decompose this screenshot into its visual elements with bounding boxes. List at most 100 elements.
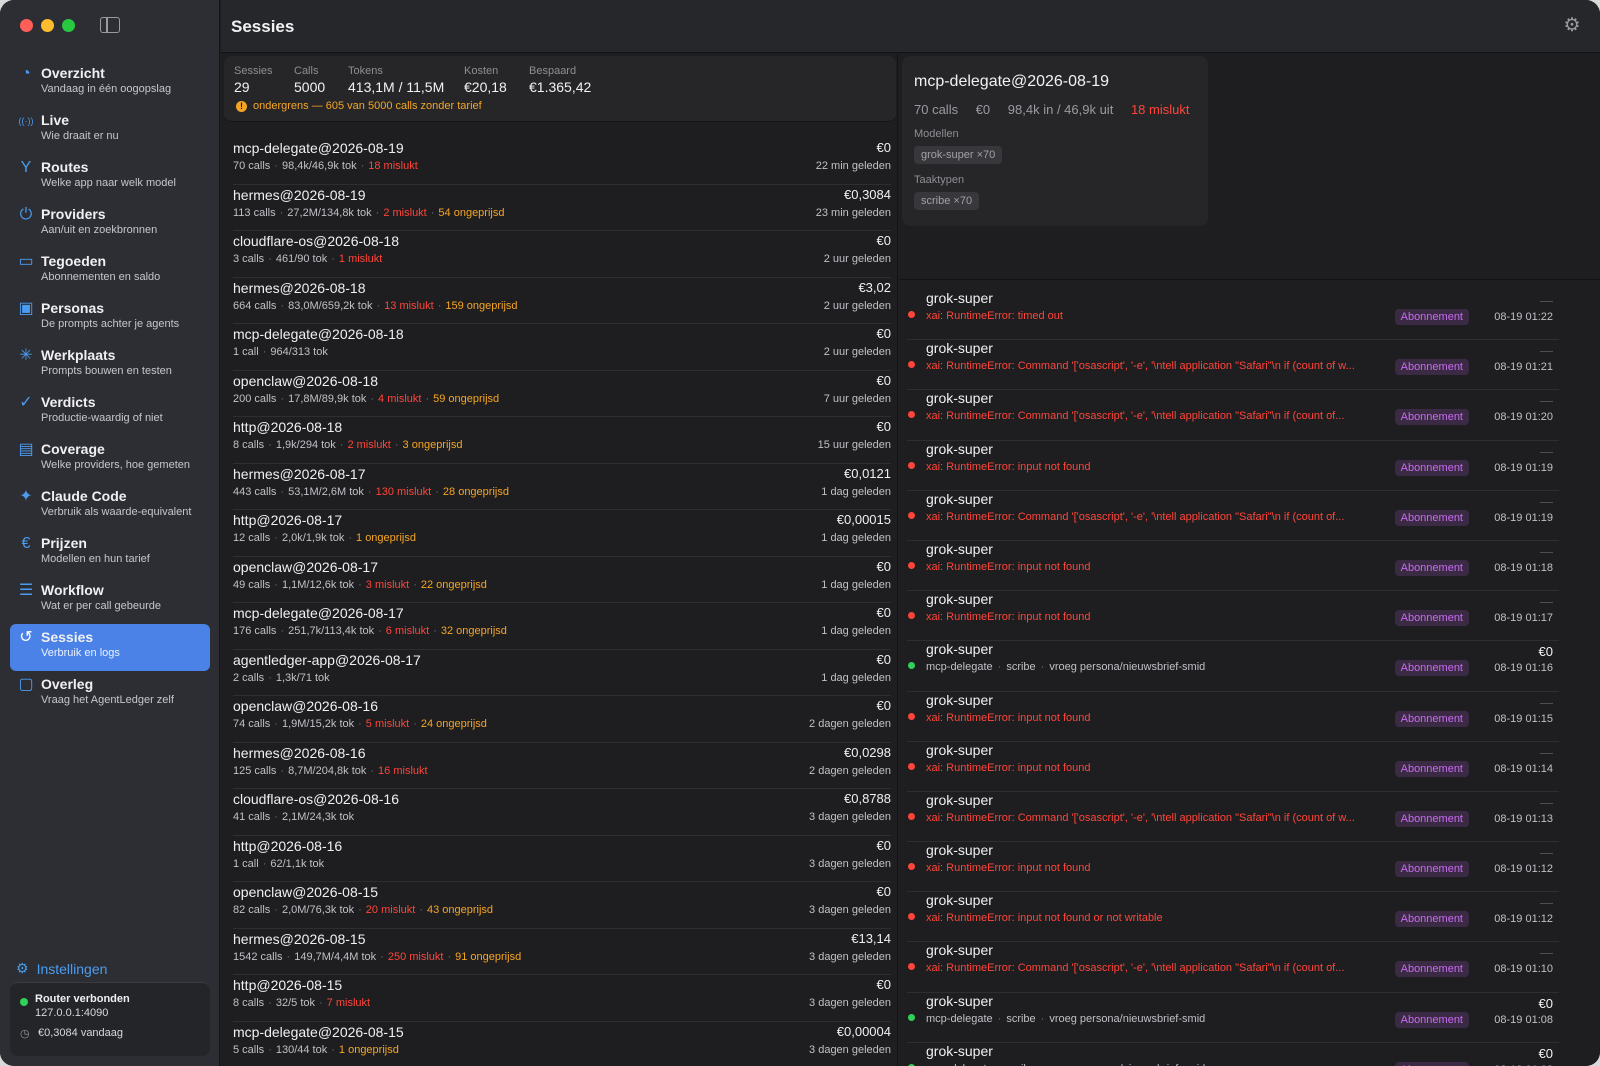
separator: · [433, 625, 437, 637]
session-calls: 12 calls [233, 532, 271, 544]
call-row[interactable]: grok-super xai: RuntimeError: input not f… [907, 692, 1559, 742]
success-dot-icon [908, 1013, 915, 1021]
sidebar-item-sessies[interactable]: ↺ Sessies Verbruik en logs [10, 624, 210, 671]
session-time: 2 dagen geleden [809, 718, 891, 730]
separator: · [280, 392, 285, 405]
separator: · [280, 764, 285, 777]
session-row[interactable]: hermes@2026-08-18 664 calls · 83,0M/659,2k … [233, 278, 891, 324]
sidebar-item-tegoeden[interactable]: ▭ Tegoeden Abonnementen en saldo [10, 248, 210, 295]
session-row[interactable]: mcp-delegate@2026-08-19 70 calls · 98,4k/46… [233, 138, 891, 185]
call-time: 08-19 01:16 [1494, 662, 1553, 675]
call-row[interactable]: grok-super xai: RuntimeError: Command '['… [907, 390, 1559, 441]
session-row[interactable]: hermes@2026-08-19 113 calls · 27,2M/134,8k … [233, 185, 891, 231]
minimize-window-button[interactable] [41, 19, 54, 32]
session-name: http@2026-08-15 [233, 977, 343, 993]
sidebar-item-personas[interactable]: ▣ Personas De prompts achter je agents [10, 295, 210, 342]
call-row[interactable]: grok-supermcp-delegate·scribe·vroeg pers… [907, 641, 1559, 692]
session-cost: €0 [876, 698, 891, 713]
call-row[interactable]: grok-super xai: RuntimeError: Command '['… [907, 340, 1559, 391]
power-icon: ⏻ [19, 206, 33, 223]
session-meta: 8 calls · 32/5 tok · 7 mislukt [233, 997, 370, 1009]
session-cost: €0 [876, 884, 891, 899]
call-time: 08-19 01:14 [1494, 762, 1553, 775]
session-tokens: 964/313 tok [270, 346, 328, 358]
sidebar-item-werkplaats[interactable]: ✳ Werkplaats Prompts bouwen en testen [10, 342, 210, 389]
session-row[interactable]: agentledger-app@2026-08-17 2 calls · 1,3k/7… [233, 650, 891, 696]
call-model: grok-super [926, 992, 993, 1009]
sidebar-item-workflow[interactable]: ☰ Workflow Wat er per call gebeurde [10, 577, 210, 624]
session-row[interactable]: mcp-delegate@2026-08-18 1 call · 964/313 to… [233, 324, 891, 371]
session-row[interactable]: http@2026-08-18 8 calls · 1,9k/294 tok · 2 mi… [233, 417, 891, 464]
session-calls: 5 calls [233, 1043, 265, 1056]
session-row[interactable]: hermes@2026-08-16 125 calls · 8,7M/204,8k t… [233, 743, 891, 789]
call-row[interactable]: grok-super xai: RuntimeError: Command '['… [907, 491, 1559, 541]
session-calls: 70 calls [233, 160, 271, 172]
call-row[interactable]: grok-supermcp-delegate·scribe·vroeg pers… [907, 993, 1559, 1043]
call-cost: — [1540, 594, 1553, 610]
sidebar-item-subtitle: Verbruik als waarde-equivalent [41, 506, 192, 518]
call-row[interactable]: grok-super xai: RuntimeError: Command '['… [907, 792, 1559, 843]
session-row[interactable]: openclaw@2026-08-16 74 calls · 1,9M/15,2k t… [233, 696, 891, 743]
sidebar-toggle-icon[interactable] [100, 17, 120, 33]
call-model: grok-super [926, 691, 993, 708]
session-unpriced: 91 ongeprijsd [455, 950, 522, 963]
session-row[interactable]: openclaw@2026-08-17 49 calls · 1,1M/12,6k t… [233, 557, 891, 603]
sidebar-item-prijzen[interactable]: € Prijzen Modellen en hun tarief [10, 530, 210, 577]
sidebar-item-verdicts[interactable]: ✓ Verdicts Productie-waardig of niet [10, 389, 210, 436]
call-row[interactable]: grok-super xai: RuntimeError: input not f… [907, 742, 1559, 792]
call-row[interactable]: grok-super xai: RuntimeError: timed out — A… [907, 290, 1559, 341]
sidebar-item-providers[interactable]: ⏻ Providers Aan/uit en zoekbronnen [10, 201, 210, 248]
plan-badge: Abonnement [1394, 610, 1469, 627]
session-row[interactable]: mcp-delegate@2026-08-15 5 calls · 130/44 to… [233, 1022, 891, 1066]
session-row[interactable]: cloudflare-os@2026-08-16 41 calls · 2,1M/24… [233, 789, 891, 836]
settings-link[interactable]: ⚙ Instellingen [16, 960, 107, 977]
call-cost: — [1540, 343, 1553, 359]
sidebar-item-label: Live [41, 112, 70, 128]
session-cost: €0 [876, 372, 891, 388]
session-row[interactable]: http@2026-08-16 1 call · 62/1,1k tok €0 3 dag… [233, 836, 891, 882]
separator: · [279, 206, 284, 219]
session-failed: 16 mislukt [378, 764, 428, 777]
session-row[interactable]: cloudflare-os@2026-08-18 3 calls · 461/90 t… [233, 231, 891, 278]
call-error: xai: RuntimeError: input not found [926, 560, 1091, 573]
session-row[interactable]: openclaw@2026-08-18 200 calls · 17,8M/89,9k… [233, 371, 891, 417]
call-row[interactable]: grok-super xai: RuntimeError: input not f… [907, 892, 1559, 943]
call-row[interactable]: grok-super xai: RuntimeError: input not f… [907, 441, 1559, 491]
close-window-button[interactable] [20, 19, 33, 32]
stat-costs: Kosten €20,18 [464, 65, 507, 95]
sidebar-item-coverage[interactable]: ▤ Coverage Welke providers, hoe gemeten [10, 436, 210, 483]
separator: · [268, 997, 272, 1009]
session-failed: 6 mislukt [385, 625, 430, 637]
sidebar-item-overleg[interactable]: ▢ Overleg Vraag het AgentLedger zelf [10, 671, 210, 718]
settings-gear-icon[interactable]: ⚙ [1562, 16, 1582, 36]
zoom-window-button[interactable] [62, 19, 75, 32]
sidebar-item-overzicht[interactable]: ◔ Overzicht Vandaag in één oogopslag [10, 60, 210, 107]
call-row[interactable]: grok-super xai: RuntimeError: Command '['… [907, 942, 1559, 993]
session-name: hermes@2026-08-17 [233, 465, 366, 482]
call-row[interactable]: grok-super xai: RuntimeError: input not f… [907, 842, 1559, 893]
session-row[interactable]: mcp-delegate@2026-08-17 176 calls · 251,7k/… [233, 603, 891, 650]
session-time: 3 dagen geleden [809, 950, 891, 963]
session-failed: 250 mislukt [387, 950, 444, 963]
session-row[interactable]: http@2026-08-17 12 calls · 2,0k/1,9k tok · 1 … [233, 510, 891, 557]
sidebar: ◔ Overzicht Vandaag in één oogopslag ((·)) L… [0, 0, 220, 1066]
call-cost: €0 [1538, 995, 1553, 1011]
call-time: 08-19 01:13 [1494, 812, 1553, 825]
call-row[interactable]: grok-super xai: RuntimeError: input not f… [907, 541, 1559, 592]
success-dot-icon [908, 662, 915, 670]
session-row[interactable]: http@2026-08-15 8 calls · 32/5 tok · 7 misluk… [233, 975, 891, 1022]
sidebar-item-live[interactable]: ((·)) Live Wie draait er nu [10, 107, 210, 154]
session-time: 22 min geleden [815, 160, 891, 172]
separator: · [437, 299, 442, 312]
session-failed: 7 mislukt [326, 997, 371, 1009]
session-row[interactable]: openclaw@2026-08-15 82 calls · 2,0M/76,3k t… [233, 882, 891, 929]
call-row[interactable]: grok-super xai: RuntimeError: input not f… [907, 591, 1559, 642]
session-row[interactable]: hermes@2026-08-17 443 calls · 53,1M/2,6M to… [233, 464, 891, 510]
call-row[interactable]: grok-supermcp-delegate·scribe·vroeg pers… [907, 1043, 1559, 1066]
session-name: openclaw@2026-08-15 [233, 884, 378, 900]
session-time: 23 min geleden [815, 206, 891, 219]
sidebar-item-routes[interactable]: Y Routes Welke app naar welk model [10, 154, 210, 201]
session-row[interactable]: hermes@2026-08-15 1542 calls · 149,7M/4,4M … [233, 929, 891, 975]
sidebar-item-claude-code[interactable]: ✦ Claude Code Verbruik als waarde-equivale… [10, 483, 210, 530]
separator: · [378, 625, 382, 637]
